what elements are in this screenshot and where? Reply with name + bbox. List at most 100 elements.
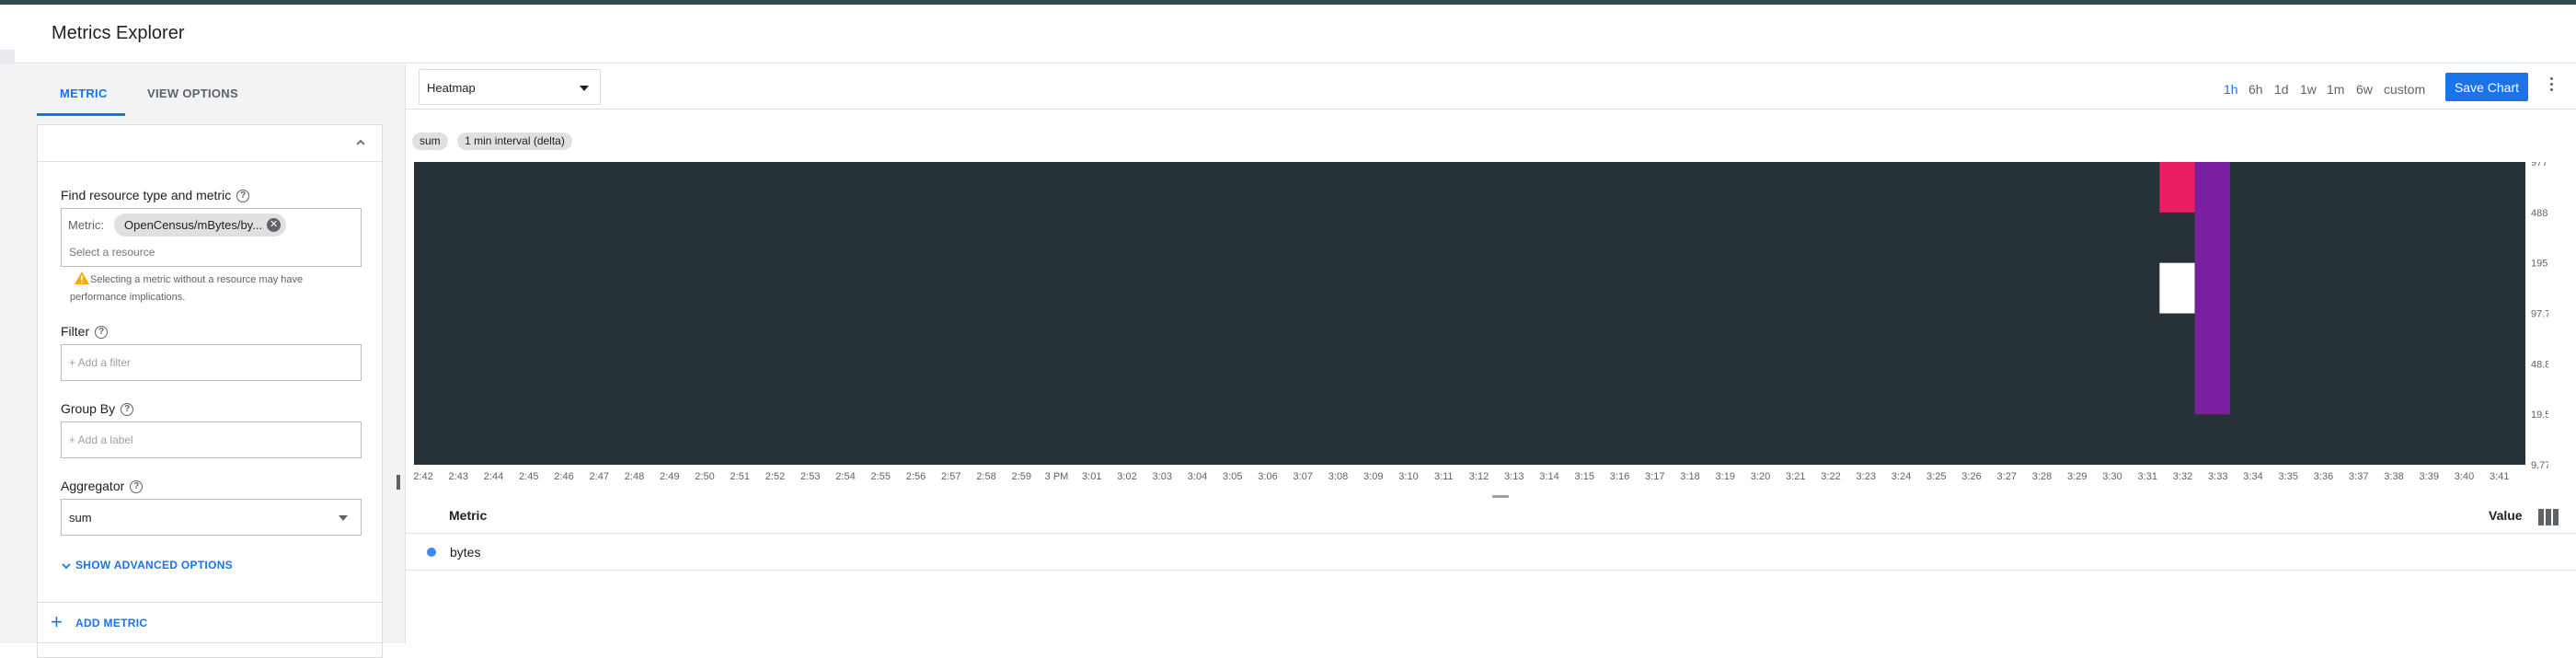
x-tick-label: 2:56 xyxy=(906,471,926,482)
y-tick-label: 9.77KiB xyxy=(2531,460,2548,471)
x-tick-label: 3:05 xyxy=(1223,471,1242,482)
filter-field[interactable] xyxy=(61,344,362,381)
x-tick-label: 3:29 xyxy=(2067,471,2087,482)
help-icon[interactable]: ? xyxy=(121,403,134,417)
metric-card-header[interactable] xyxy=(37,124,383,161)
metric-selector[interactable]: Metric: OpenCensus/mBytes/by... ✕ xyxy=(61,208,362,267)
aggregator-value: sum xyxy=(69,511,92,525)
chart-chips: sum 1 min interval (delta) xyxy=(412,133,578,150)
x-tick-label: 2:46 xyxy=(554,471,573,482)
x-tick-label: 3:24 xyxy=(1892,471,1911,482)
aggregator-select[interactable]: sum xyxy=(61,499,362,536)
range-1w[interactable]: 1w xyxy=(2300,82,2317,97)
panel-resize-handle[interactable] xyxy=(397,475,400,490)
x-tick-label: 2:50 xyxy=(695,471,714,482)
x-tick-label: 3:07 xyxy=(1294,471,1313,482)
chart-toolbar: Heatmap 1h 6h 1d 1w 1m 6w custom Save Ch… xyxy=(406,64,2576,110)
more-options-icon[interactable] xyxy=(2548,75,2554,96)
x-tick-label: 2:55 xyxy=(871,471,891,482)
caret-down-icon xyxy=(580,86,589,91)
aggregator-heading: Aggregator? xyxy=(61,479,144,494)
y-tick-label: 19.5KiB xyxy=(2531,410,2548,421)
range-1d[interactable]: 1d xyxy=(2274,82,2289,97)
tab-metric[interactable]: METRIC xyxy=(60,87,108,100)
x-tick-label: 3:34 xyxy=(2243,471,2262,482)
heatmap-svg[interactable]: 977KiB 488KiB 195KiB 97.7KiB 48.8KiB 19.5KiB 9… xyxy=(414,162,2548,484)
interval-chip: 1 min interval (delta) xyxy=(457,133,572,150)
legend-value-header: Value xyxy=(2489,508,2523,523)
y-tick-label: 195KiB xyxy=(2531,259,2548,270)
x-tick-label: 3:22 xyxy=(1821,471,1840,482)
legend-row[interactable]: bytes xyxy=(406,534,2576,571)
x-tick-label: 3:19 xyxy=(1716,471,1735,482)
x-tick-label: 2:48 xyxy=(625,471,644,482)
group-by-field[interactable] xyxy=(61,421,362,458)
x-tick-label: 3:20 xyxy=(1751,471,1770,482)
range-1m[interactable]: 1m xyxy=(2327,82,2344,97)
y-tick-label: 488KiB xyxy=(2531,208,2548,219)
x-tick-label: 3:11 xyxy=(1434,471,1454,482)
columns-icon[interactable] xyxy=(2538,509,2559,525)
range-custom[interactable]: custom xyxy=(2384,82,2425,97)
x-tick-label: 2:51 xyxy=(730,471,750,482)
warning-text: Selecting a metric without a resource ma… xyxy=(70,274,304,303)
add-metric-button[interactable]: + ADD METRIC xyxy=(37,602,383,643)
legend-header: Metric Value xyxy=(406,499,2576,534)
show-advanced-options-label: SHOW ADVANCED OPTIONS xyxy=(75,559,233,571)
x-tick-label: 2:54 xyxy=(835,471,855,482)
group-by-input[interactable] xyxy=(62,422,361,457)
x-tick-label: 3:30 xyxy=(2102,471,2122,482)
x-tick-label: 3:27 xyxy=(1997,471,2017,482)
x-tick-label: 2:43 xyxy=(449,471,468,482)
help-icon[interactable]: ? xyxy=(236,190,250,203)
x-tick-label: 3:31 xyxy=(2138,471,2157,482)
range-6h[interactable]: 6h xyxy=(2248,82,2263,97)
chart-type-select[interactable]: Heatmap xyxy=(419,69,601,105)
heatmap-cell[interactable] xyxy=(2194,162,2230,415)
x-tick-label: 2:49 xyxy=(660,471,679,482)
x-tick-label: 2:47 xyxy=(590,471,609,482)
app-header: Metrics Explorer xyxy=(0,5,2576,63)
metric-prefix-label: Metric: xyxy=(68,218,104,232)
range-1h[interactable]: 1h xyxy=(2224,82,2238,97)
y-tick-label: 48.8KiB xyxy=(2531,359,2548,370)
x-tick-label: 3:16 xyxy=(1610,471,1629,482)
x-tick-label: 3:26 xyxy=(1961,471,1981,482)
group-by-heading: Group By? xyxy=(61,401,134,417)
remove-metric-icon[interactable]: ✕ xyxy=(267,218,282,232)
filter-label: Filter xyxy=(61,324,90,339)
x-tick-label: 3:36 xyxy=(2314,471,2333,482)
x-tick-label: 3:25 xyxy=(1926,471,1946,482)
chevron-down-icon xyxy=(62,563,71,570)
x-tick-label: 3:10 xyxy=(1398,471,1418,482)
help-icon[interactable]: ? xyxy=(130,480,144,494)
metric-chip[interactable]: OpenCensus/mBytes/by... ✕ xyxy=(114,214,287,237)
filter-input[interactable] xyxy=(62,345,361,380)
add-metric-label: ADD METRIC xyxy=(75,617,148,629)
chart-resize-grip[interactable] xyxy=(1492,495,1509,498)
chevron-up-icon[interactable] xyxy=(354,136,367,149)
x-tick-label: 3:15 xyxy=(1575,471,1594,482)
x-tick-label: 3:18 xyxy=(1680,471,1699,482)
x-tick-label: 3 PM xyxy=(1045,471,1069,482)
page-title: Metrics Explorer xyxy=(52,23,185,43)
config-tabs: METRIC VIEW OPTIONS xyxy=(37,64,383,116)
x-tick-label: 3:21 xyxy=(1786,471,1805,482)
heatmap-cell[interactable] xyxy=(2159,162,2195,213)
x-tick-label: 3:39 xyxy=(2420,471,2439,482)
active-tab-indicator xyxy=(37,113,125,116)
tab-view-options[interactable]: VIEW OPTIONS xyxy=(147,87,238,100)
y-tick-label: 97.7KiB xyxy=(2531,309,2548,320)
x-tick-label: 3:35 xyxy=(2279,471,2298,482)
x-tick-label: 2:57 xyxy=(941,471,960,482)
range-6w[interactable]: 6w xyxy=(2356,82,2373,97)
caret-down-icon xyxy=(339,515,348,521)
x-tick-label: 3:41 xyxy=(2490,471,2509,482)
resource-input[interactable] xyxy=(69,246,345,259)
show-advanced-options-link[interactable]: SHOW ADVANCED OPTIONS xyxy=(61,559,233,571)
heatmap-cell[interactable] xyxy=(2159,262,2195,314)
plus-icon: + xyxy=(51,610,63,633)
x-tick-label: 3:04 xyxy=(1188,471,1207,482)
help-icon[interactable]: ? xyxy=(95,326,109,340)
save-chart-button[interactable]: Save Chart xyxy=(2445,73,2528,101)
